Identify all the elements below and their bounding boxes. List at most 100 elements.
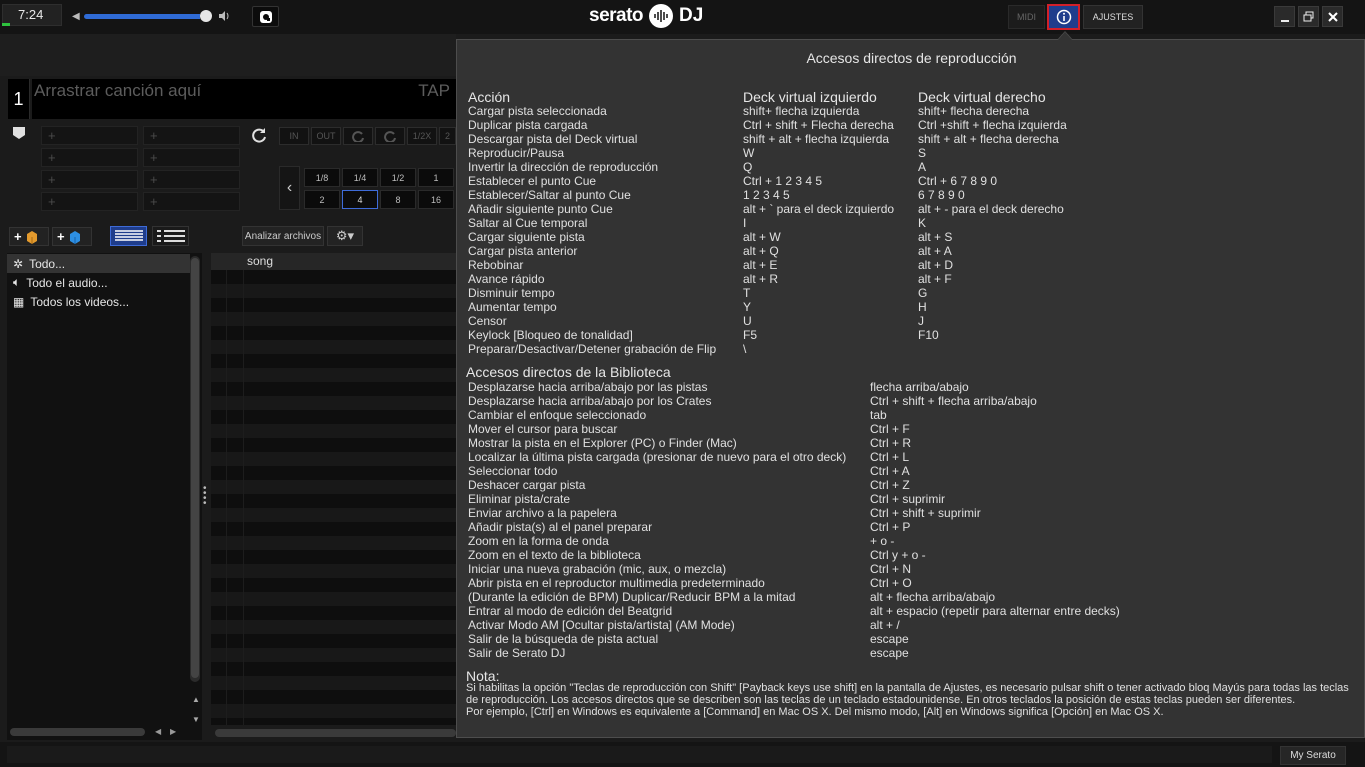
tag-icon[interactable] xyxy=(12,126,26,140)
track-view-button[interactable] xyxy=(110,226,147,246)
cue-slot[interactable]: + xyxy=(143,148,240,167)
cue-slot[interactable]: + xyxy=(41,148,138,167)
table-row[interactable] xyxy=(211,424,456,438)
table-row[interactable] xyxy=(211,690,456,704)
table-row[interactable] xyxy=(211,368,456,382)
analyze-files-button[interactable]: Analizar archivos xyxy=(242,226,324,246)
table-row[interactable] xyxy=(211,578,456,592)
close-button[interactable] xyxy=(1322,6,1343,27)
loop-size-1-4[interactable]: 1/4 xyxy=(342,168,378,187)
master-volume-slider[interactable] xyxy=(84,14,206,19)
loop-toggle-button[interactable] xyxy=(375,127,405,145)
table-row[interactable] xyxy=(211,550,456,564)
table-row[interactable] xyxy=(211,536,456,550)
table-row[interactable] xyxy=(211,326,456,340)
table-row[interactable] xyxy=(211,648,456,662)
clock: 7:24 xyxy=(18,7,44,22)
column-header-song[interactable]: song xyxy=(247,254,273,268)
settings-button[interactable]: AJUSTES xyxy=(1083,5,1143,29)
table-row[interactable] xyxy=(211,312,456,326)
shortcut-action: Establecer/Saltar al punto Cue xyxy=(468,188,631,202)
library-shortcut-keys: Ctrl + shift + suprimir xyxy=(870,506,981,520)
loop-size-1-8[interactable]: 1/8 xyxy=(304,168,340,187)
table-row[interactable] xyxy=(211,564,456,578)
loop-back-button[interactable]: ‹ xyxy=(279,166,300,210)
loop-half-button[interactable]: 1/2X xyxy=(407,127,437,145)
table-row[interactable] xyxy=(211,494,456,508)
loop-in-button[interactable]: IN xyxy=(279,127,309,145)
loop-size-2[interactable]: 2 xyxy=(304,190,340,209)
table-row[interactable] xyxy=(211,438,456,452)
library-settings-button[interactable]: ⚙▾ xyxy=(327,226,363,246)
track-drop-zone[interactable]: Arrastrar canción aquí TAP xyxy=(32,79,456,119)
shortcut-right-deck: K xyxy=(918,216,927,230)
table-row[interactable] xyxy=(211,522,456,536)
loop-double-button[interactable]: 2 xyxy=(439,127,456,145)
table-row[interactable] xyxy=(211,340,456,354)
table-row[interactable] xyxy=(211,508,456,522)
table-row[interactable] xyxy=(211,410,456,424)
table-row[interactable] xyxy=(211,466,456,480)
crate-scroll-thumb[interactable] xyxy=(191,258,199,678)
add-crate-button[interactable]: + xyxy=(9,227,49,246)
shortcut-right-deck: A xyxy=(918,160,927,174)
cue-slot[interactable]: + xyxy=(41,126,138,145)
sync-icon[interactable] xyxy=(250,126,268,144)
crate-scrollbar[interactable] xyxy=(190,256,200,682)
reloop-button[interactable] xyxy=(343,127,373,145)
loop-size-4[interactable]: 4 xyxy=(342,190,378,209)
restore-button[interactable] xyxy=(1298,6,1319,27)
loop-size-16[interactable]: 16 xyxy=(418,190,454,209)
loop-size-8[interactable]: 8 xyxy=(380,190,416,209)
shortcuts-title: Accesos directos de reproducción xyxy=(806,50,1017,66)
table-row[interactable] xyxy=(211,298,456,312)
table-row[interactable] xyxy=(211,676,456,690)
tap-button[interactable]: TAP xyxy=(418,81,450,101)
crate-all-videos[interactable]: ▦ Todos los videos... xyxy=(7,292,190,311)
loop-out-button[interactable]: OUT xyxy=(311,127,341,145)
quantize-button[interactable] xyxy=(252,6,279,27)
shortcut-left-deck: alt + ` para el deck izquierdo xyxy=(743,202,895,216)
table-row[interactable] xyxy=(211,634,456,648)
crate-hscroll-arrows[interactable]: ◀ ▶ xyxy=(155,727,176,736)
table-row[interactable] xyxy=(211,606,456,620)
midi-button[interactable]: MIDI xyxy=(1008,5,1045,29)
crate-all[interactable]: ✲ Todo... xyxy=(7,254,190,273)
table-row[interactable] xyxy=(211,396,456,410)
cue-slot[interactable]: + xyxy=(143,126,240,145)
my-serato-button[interactable]: My Serato xyxy=(1280,746,1346,765)
crate-scroll-arrows[interactable]: ▲ ▼ xyxy=(190,690,202,730)
detail-view-button[interactable] xyxy=(152,226,189,246)
cue-slot[interactable]: + xyxy=(41,170,138,189)
crate-all-audio[interactable]: 🔈︎ Todo el audio... xyxy=(7,273,190,292)
table-row[interactable] xyxy=(211,382,456,396)
loop-size-1-2[interactable]: 1/2 xyxy=(380,168,416,187)
library-shortcut-keys: escape xyxy=(870,646,909,660)
table-row[interactable] xyxy=(211,270,456,284)
table-row[interactable] xyxy=(211,452,456,466)
cue-slot[interactable]: + xyxy=(41,192,138,211)
table-row[interactable] xyxy=(211,704,456,718)
cue-slot[interactable]: + xyxy=(143,170,240,189)
list-view-icon xyxy=(114,230,143,241)
serato-logo: serato DJ xyxy=(589,4,703,28)
panel-divider-handle[interactable]: • • • • xyxy=(203,484,207,509)
track-hscrollbar[interactable] xyxy=(215,729,456,737)
table-row[interactable] xyxy=(211,480,456,494)
shortcut-left-deck: shift + alt + flecha izquierda xyxy=(743,132,890,146)
table-row[interactable] xyxy=(211,592,456,606)
volume-knob[interactable] xyxy=(200,10,212,22)
minimize-button[interactable] xyxy=(1274,6,1295,27)
shortcut-action: Aumentar tempo xyxy=(468,300,557,314)
info-button[interactable] xyxy=(1047,4,1080,30)
cue-slot[interactable]: + xyxy=(143,192,240,211)
table-row[interactable] xyxy=(211,662,456,676)
table-row[interactable] xyxy=(211,284,456,298)
crate-hscrollbar[interactable] xyxy=(10,728,145,736)
library-shortcut-keys: + o - xyxy=(870,534,895,548)
table-row[interactable] xyxy=(211,354,456,368)
shortcut-left-deck: Ctrl + 1 2 3 4 5 xyxy=(743,174,823,188)
loop-size-1[interactable]: 1 xyxy=(418,168,454,187)
table-row[interactable] xyxy=(211,620,456,634)
add-smart-crate-button[interactable]: + xyxy=(52,227,92,246)
